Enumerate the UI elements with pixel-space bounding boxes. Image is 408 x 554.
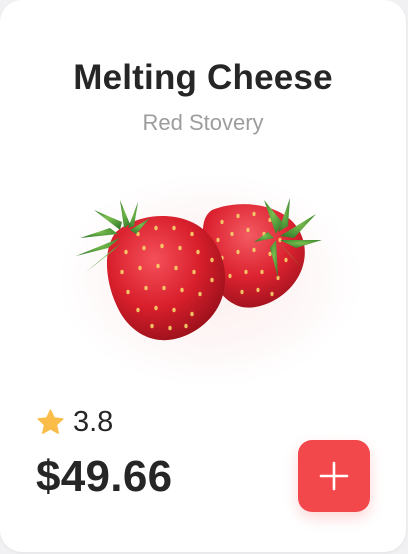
product-title: Melting Cheese [73, 58, 333, 97]
product-subtitle: Red Stovery [142, 110, 264, 135]
strawberries-image [76, 198, 322, 341]
plus-icon [319, 461, 349, 491]
rating: 3.8 [36, 404, 113, 440]
price: $49.66 [36, 452, 173, 501]
product-card[interactable]: Melting Cheese Red Stovery 3.8 $49.66 [0, 0, 406, 552]
rating-value: 3.8 [73, 405, 114, 438]
add-to-cart-button[interactable] [298, 440, 370, 512]
star-icon [37, 408, 64, 434]
